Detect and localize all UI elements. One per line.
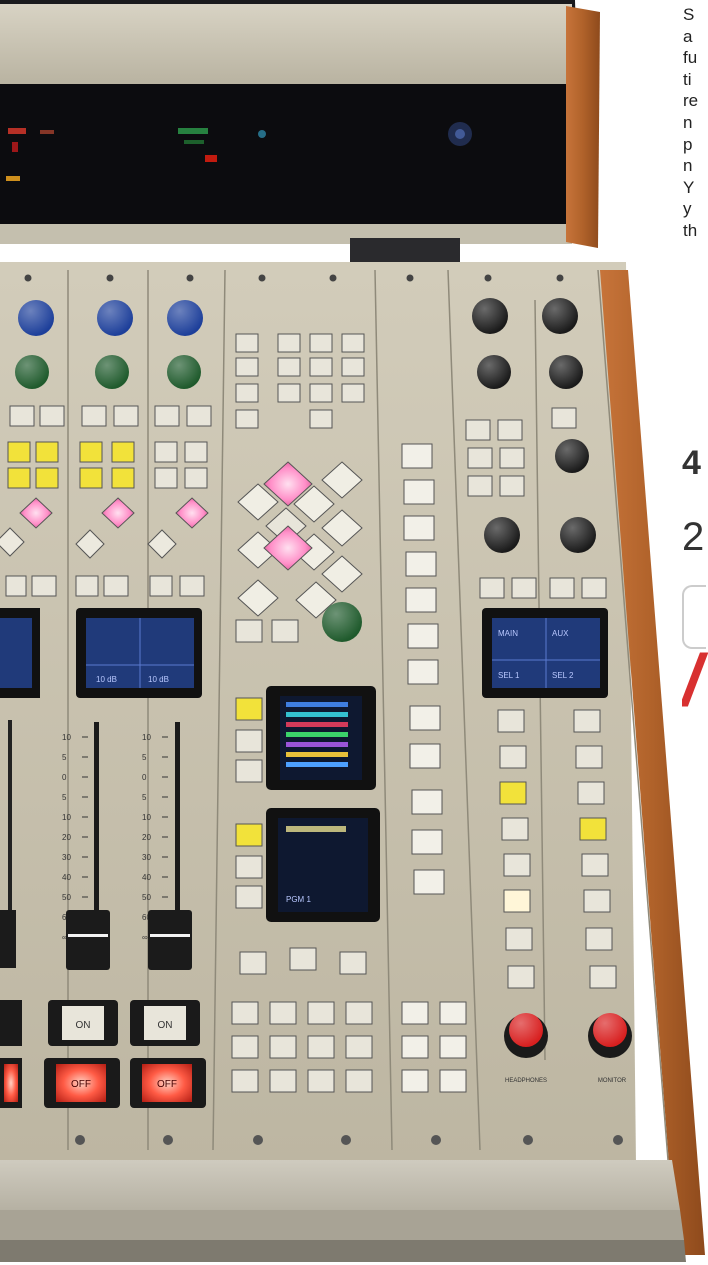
article-text-line: th	[683, 220, 698, 240]
mon-screen-left: MAIN	[498, 629, 518, 638]
mixing-console-photo: 10 dB 10 dB 10505102030405060∞ 105051020…	[0, 0, 708, 1265]
bridge-support	[350, 238, 460, 262]
text-fragment-2: 2	[682, 515, 705, 559]
article-text-line: Y	[683, 177, 695, 197]
article-text-line: p	[683, 134, 693, 154]
article-text-line: n	[683, 156, 693, 176]
off-label-2: OFF	[157, 1079, 177, 1090]
article-text-line: re	[683, 91, 699, 111]
fader-scale-label: 5	[142, 793, 147, 802]
article-text-column: Sa fu ti re n p n Yy th	[683, 4, 708, 242]
fader-scale-label: 50	[142, 893, 151, 902]
text-fragment-3: /	[682, 641, 703, 721]
article-text-line: ti	[683, 69, 692, 89]
front-rail	[0, 1160, 686, 1262]
screen-label-right: 10 dB	[148, 675, 169, 684]
fader-scale-label: 5	[62, 793, 67, 802]
on-label-1: ON	[76, 1020, 91, 1031]
article-text-line: n	[683, 112, 693, 132]
fader-scale-label: 0	[142, 773, 147, 782]
meter-bridge	[0, 0, 600, 262]
fader-scale-label: 10	[62, 733, 71, 742]
mon-screen-b1: SEL 1	[498, 671, 520, 680]
fader-scale-label: 30	[142, 853, 151, 862]
fader-scale-label: 10	[62, 813, 71, 822]
fader-scale-label: 30	[62, 853, 71, 862]
fader-scale-label: 40	[62, 873, 71, 882]
monitor-label: MONITOR	[598, 1078, 627, 1084]
off-label-1: OFF	[71, 1079, 91, 1090]
mon-screen-right: AUX	[552, 629, 569, 638]
article-text-line: y	[683, 199, 692, 219]
mon-screen-b2: SEL 2	[552, 671, 574, 680]
screen-label-left: 10 dB	[96, 675, 117, 684]
fader-scale-label: 5	[142, 753, 147, 762]
center-knob	[322, 602, 362, 642]
headphones-label: HEADPHONES	[505, 1078, 547, 1084]
center-screen-label: PGM 1	[286, 895, 311, 904]
on-label-2: ON	[158, 1020, 173, 1031]
fader-scale-label: 20	[142, 833, 151, 842]
fader-scale-label: 50	[62, 893, 71, 902]
fader-cap-1	[66, 910, 110, 970]
fader-scale-label: 20	[62, 833, 71, 842]
fader-scale-label: 10	[142, 813, 151, 822]
channel-screens: 10 dB 10 dB	[0, 608, 202, 698]
fader-scale-label: ∞	[142, 933, 148, 942]
fader-scale-label: 10	[142, 733, 151, 742]
fader-scale-label: 0	[62, 773, 67, 782]
article-text-line: a	[683, 26, 693, 46]
article-text-line: S	[683, 5, 695, 24]
fader-cap-2	[148, 910, 192, 970]
fader-scale-label: 5	[62, 753, 67, 762]
text-fragment-1: 4	[682, 444, 701, 482]
fader-scale-label: 40	[142, 873, 151, 882]
meter-bridge-wood-end	[566, 6, 600, 248]
article-text-line: fu	[683, 48, 698, 68]
